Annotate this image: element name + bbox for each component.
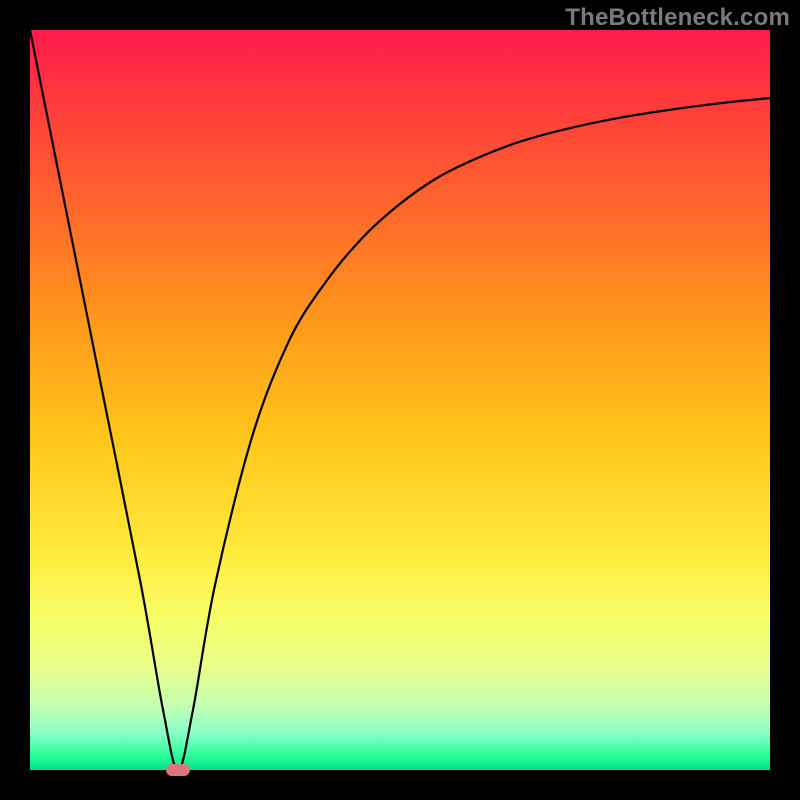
plot-area [30,30,770,770]
chart-frame: TheBottleneck.com [0,0,800,800]
curve-svg [30,30,770,770]
watermark-text: TheBottleneck.com [565,4,790,32]
bottleneck-curve [30,30,770,770]
minimum-marker [166,764,190,776]
